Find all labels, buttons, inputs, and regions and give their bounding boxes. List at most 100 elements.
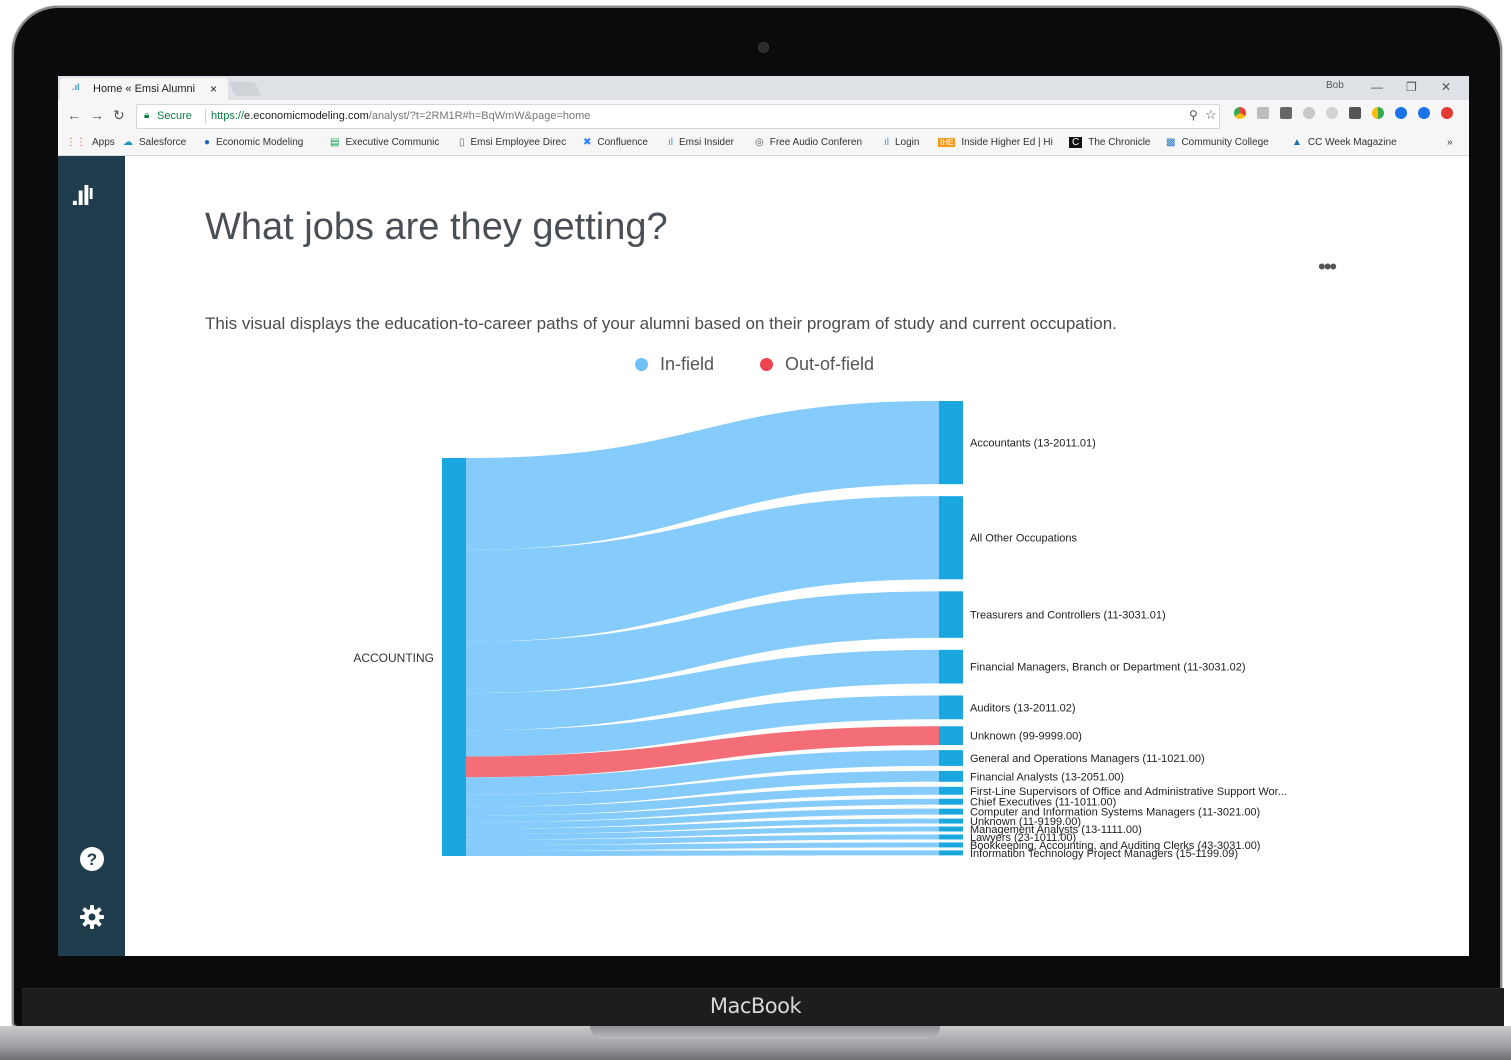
main-content: What jobs are they getting? ••• This vis… bbox=[125, 156, 1469, 956]
emsi-logo-icon[interactable]: .ılı bbox=[71, 180, 94, 212]
url-host: e.economicmodeling.com bbox=[244, 110, 369, 122]
sankey-target-label: All Other Occupations bbox=[970, 533, 1077, 545]
address-bar[interactable]: 🔒︎ Secure https://e.economicmodeling.com… bbox=[136, 104, 1220, 129]
bookmark-label: Community College bbox=[1181, 137, 1269, 148]
salesforce-icon: ☁ bbox=[123, 137, 133, 148]
extension-icon[interactable] bbox=[1303, 107, 1315, 119]
emsi-icon: ıl bbox=[884, 137, 889, 148]
chrome-extension-icon[interactable] bbox=[1234, 107, 1246, 119]
sankey-node-target[interactable] bbox=[939, 826, 963, 832]
screen: .ıl Home « Emsi Alumni × Bob — ❐ ✕ ← → ↻… bbox=[58, 76, 1469, 956]
settings-gear-icon[interactable] bbox=[79, 904, 105, 930]
extension-icon[interactable] bbox=[1280, 107, 1292, 119]
bookmark-executive-communic[interactable]: ▤ Executive Communic bbox=[330, 137, 439, 148]
sankey-target-label: Financial Analysts (13-2051.00) bbox=[970, 771, 1124, 783]
bookmark-economic-modeling[interactable]: ● Economic Modeling bbox=[204, 137, 303, 148]
extension-icon[interactable] bbox=[1441, 107, 1453, 119]
sankey-chart: ACCOUNTING Accountants (13-2011.01) All Ot… bbox=[353, 401, 1287, 860]
sankey-node-target[interactable] bbox=[939, 750, 963, 766]
bookmark-salesforce[interactable]: ☁ Salesforce bbox=[123, 137, 186, 148]
device-brand: MacBook bbox=[709, 994, 802, 1018]
bookmark-cc-week-magazine[interactable]: ▲ CC Week Magazine bbox=[1292, 137, 1397, 148]
restore-icon[interactable]: ❐ bbox=[1406, 80, 1417, 94]
back-icon[interactable]: ← bbox=[67, 107, 81, 123]
bookmark-emsi-insider[interactable]: ıl Emsi Insider bbox=[668, 137, 734, 148]
sankey-target-label: Information Technology Project Managers … bbox=[970, 848, 1238, 860]
bookmark-inside-higher-ed[interactable]: IHE Inside Higher Ed | Hi bbox=[938, 137, 1053, 148]
bookmark-emsi-employee-direc[interactable]: ▯ Emsi Employee Direc bbox=[459, 137, 566, 148]
sankey-source-label: ACCOUNTING bbox=[353, 651, 434, 665]
minimize-icon[interactable]: — bbox=[1371, 80, 1383, 94]
sankey-node-target[interactable] bbox=[939, 808, 963, 815]
bookmark-label: Economic Modeling bbox=[216, 137, 304, 148]
divider bbox=[205, 109, 206, 123]
url-path: /analyst/?t=2RM1R#h=BqWmW&page=home bbox=[368, 110, 591, 122]
sankey-node-target[interactable] bbox=[939, 770, 963, 782]
sankey-node-target[interactable] bbox=[939, 834, 963, 840]
sankey-node-target[interactable] bbox=[939, 798, 963, 805]
bookmark-star-icon[interactable]: ☆ bbox=[1205, 107, 1217, 123]
svg-text:?: ? bbox=[87, 850, 97, 869]
bookmark-community-college[interactable]: ▩ Community College bbox=[1166, 137, 1269, 148]
chronicle-icon: C bbox=[1069, 137, 1083, 148]
sankey-node-target[interactable] bbox=[939, 496, 963, 580]
economic-modeling-icon: ● bbox=[204, 137, 211, 148]
sankey-node-source[interactable] bbox=[442, 458, 466, 856]
sankey-node-target[interactable] bbox=[939, 850, 963, 856]
emsi-favicon-icon: .ıl bbox=[72, 82, 80, 92]
sankey-node-target[interactable] bbox=[939, 649, 963, 684]
extension-icon[interactable] bbox=[1257, 107, 1269, 119]
close-window-icon[interactable]: ✕ bbox=[1441, 80, 1451, 94]
audio-icon: ◎ bbox=[755, 137, 764, 148]
bookmark-label: Confluence bbox=[597, 137, 648, 148]
sankey-target-label: Treasurers and Controllers (11-3031.01) bbox=[970, 610, 1166, 622]
bookmark-apps[interactable]: ⋮⋮ Apps bbox=[66, 137, 115, 148]
secure-label: Secure bbox=[157, 110, 192, 122]
sankey-target-label: Auditors (13-2011.02) bbox=[970, 702, 1076, 714]
bookmark-confluence[interactable]: ✖ Confluence bbox=[583, 137, 648, 148]
browser-tab[interactable]: .ıl Home « Emsi Alumni × bbox=[60, 78, 228, 100]
tab-title: Home « Emsi Alumni bbox=[93, 83, 196, 95]
url-text: https://e.economicmodeling.com/analyst/?… bbox=[211, 110, 590, 122]
bookmark-label: Emsi Employee Direc bbox=[470, 137, 567, 148]
app-sidebar: .ılı ? bbox=[58, 156, 125, 956]
bookmark-the-chronicle[interactable]: C The Chronicle bbox=[1069, 137, 1151, 148]
lock-icon: 🔒︎ bbox=[144, 110, 150, 121]
extension-icon[interactable] bbox=[1326, 107, 1338, 119]
extension-icon[interactable] bbox=[1349, 107, 1361, 119]
bookmark-label: Emsi Insider bbox=[679, 137, 735, 148]
help-icon[interactable]: ? bbox=[79, 846, 105, 872]
sankey-node-target[interactable] bbox=[939, 695, 963, 720]
forward-icon[interactable]: → bbox=[90, 107, 104, 123]
bookmark-label: Free Audio Conferen bbox=[769, 137, 863, 148]
extension-icon[interactable] bbox=[1395, 107, 1407, 119]
bookmarks-overflow-button[interactable]: » bbox=[1447, 137, 1453, 148]
bookmark-free-audio-conferen[interactable]: ◎ Free Audio Conferen bbox=[755, 137, 862, 148]
sankey-target-label: General and Operations Managers (11-1021… bbox=[970, 753, 1205, 765]
camera bbox=[758, 42, 769, 53]
sankey-node-target[interactable] bbox=[939, 591, 963, 638]
confluence-icon: ✖ bbox=[583, 137, 592, 148]
laptop-notch bbox=[590, 1026, 940, 1039]
bookmark-label: Login bbox=[895, 137, 920, 148]
sankey-target-label: Unknown (99-9999.00) bbox=[970, 731, 1082, 743]
sankey-target-label: Financial Managers, Branch or Department… bbox=[970, 662, 1246, 674]
sankey-node-target[interactable] bbox=[939, 842, 963, 848]
sankey-node-target[interactable] bbox=[939, 401, 963, 485]
extension-icon[interactable] bbox=[1372, 107, 1384, 119]
sankey-node-target[interactable] bbox=[939, 818, 963, 824]
profile-button[interactable]: Bob bbox=[1326, 80, 1344, 91]
sankey-node-target[interactable] bbox=[939, 786, 963, 795]
bookmark-login[interactable]: ıl Login bbox=[884, 137, 919, 148]
sankey-node-target[interactable] bbox=[939, 726, 963, 746]
zoom-icon[interactable]: ⚲ bbox=[1189, 108, 1198, 122]
tab-strip: .ıl Home « Emsi Alumni × Bob — ❐ ✕ bbox=[58, 76, 1469, 100]
new-tab-button[interactable] bbox=[228, 82, 262, 96]
reload-icon[interactable]: ↻ bbox=[113, 107, 125, 124]
extension-icon[interactable] bbox=[1418, 107, 1430, 119]
bookmark-label: Salesforce bbox=[139, 137, 187, 148]
ihe-icon: IHE bbox=[938, 138, 956, 147]
close-tab-icon[interactable]: × bbox=[210, 82, 217, 96]
sheets-icon: ▤ bbox=[330, 137, 340, 148]
sankey-link[interactable] bbox=[466, 850, 939, 856]
